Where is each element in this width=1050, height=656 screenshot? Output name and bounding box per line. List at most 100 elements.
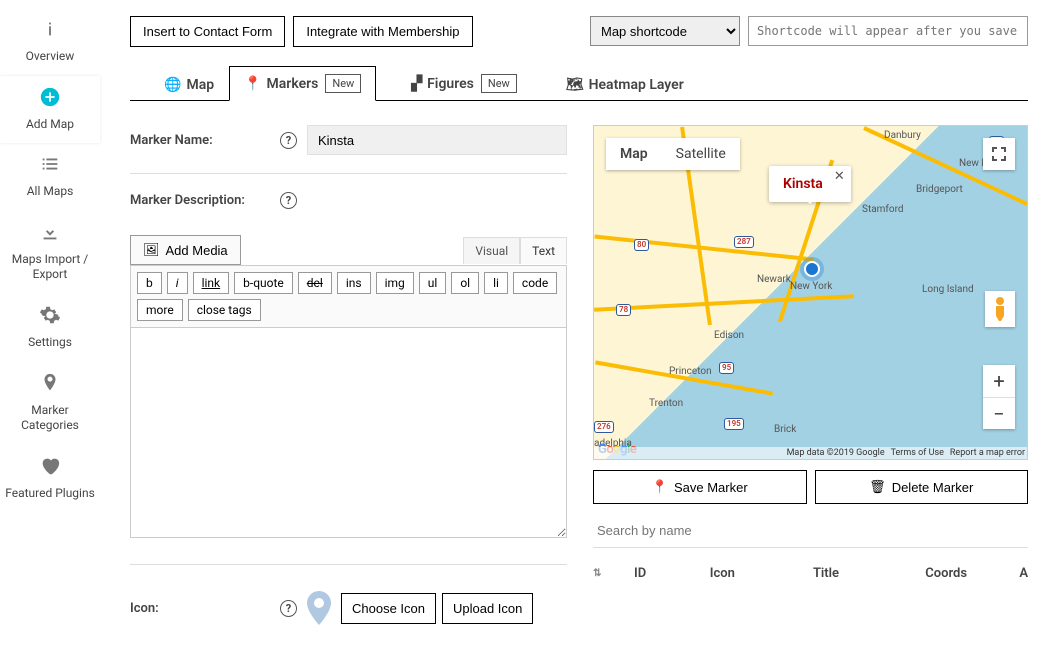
help-icon[interactable]: ? [280,600,297,617]
ed-btn-img[interactable]: img [376,272,414,294]
tab-markers[interactable]: 📍MarkersNew [229,66,376,101]
shortcode-output[interactable] [748,16,1028,46]
pin-icon: 📍 [652,479,668,495]
search-marker-input[interactable] [593,514,1028,548]
sidebar-item-label: Settings [2,335,98,351]
tab-heatmap[interactable]: 🗺Heatmap Layer [552,70,698,100]
sidebar-item-label: Featured Plugins [2,486,98,502]
new-badge: New [325,74,361,93]
map-type-toggle: Map Satellite [606,138,740,170]
help-icon[interactable]: ? [280,192,297,209]
ed-btn-li[interactable]: li [484,272,508,294]
sidebar: Overview Add Map All Maps Maps Import / … [0,0,100,656]
city-label: Princeton [669,366,712,377]
col-icon: Icon [710,566,783,581]
ed-btn-closetags[interactable]: close tags [188,299,261,321]
editor-tab-visual[interactable]: Visual [463,237,520,264]
col-id: ID [634,566,680,581]
col-coords: Coords [925,566,989,581]
zoom-control: + − [983,365,1015,429]
ed-btn-link[interactable]: link [193,272,230,294]
heart-icon [2,455,98,483]
city-label: Long Island [922,284,974,295]
main-tabs: 🌐Map 📍MarkersNew ▞FiguresNew 🗺Heatmap La… [130,65,1028,101]
choose-icon-button[interactable]: Choose Icon [341,593,436,624]
tab-figures[interactable]: ▞FiguresNew [397,67,531,100]
city-label: Bridgeport [916,184,963,195]
media-icon: 🖼 [143,242,160,258]
ed-btn-ins[interactable]: ins [337,272,371,294]
col-a: A [1019,566,1028,581]
map-attribution: Map data ©2019 Google Terms of Use Repor… [594,447,1027,459]
city-label: Danbury [884,130,921,141]
map-icon: 🗺 [566,77,584,93]
map-canvas[interactable]: Danbury New Haven Bridgeport Stamford Ne… [593,125,1028,460]
marker-desc-label: Marker Description: [130,193,270,208]
editor-toolbar: b i link b-quote del ins img ul ol li co… [130,265,567,328]
city-label: Newark [757,274,791,285]
city-label: Stamford [862,204,904,215]
marker-name-input[interactable] [307,125,567,155]
insert-contact-form-button[interactable]: Insert to Contact Form [130,16,285,47]
city-label: Edison [714,330,744,341]
top-toolbar: Insert to Contact Form Integrate with Me… [130,16,1028,47]
sidebar-item-settings[interactable]: Settings [0,294,100,362]
sidebar-item-label: Marker Categories [2,403,98,434]
sidebar-item-overview[interactable]: Overview [0,8,100,76]
sidebar-item-label: Maps Import / Export [2,252,98,283]
ed-btn-b[interactable]: b [137,272,162,294]
shortcode-select[interactable]: Map shortcode [590,16,740,46]
sidebar-item-label: Add Map [2,117,98,133]
tab-map[interactable]: 🌐Map [150,70,228,100]
shapes-icon: ▞ [411,76,422,92]
download-icon [2,221,98,249]
globe-icon: 🌐 [164,77,181,93]
pin-icon: 📍 [244,76,261,92]
pin-icon [2,372,98,400]
map-marker-pin[interactable] [804,261,820,277]
fullscreen-button[interactable] [983,138,1015,170]
upload-icon-button[interactable]: Upload Icon [442,593,533,624]
map-type-satellite[interactable]: Satellite [662,138,740,170]
gear-icon [2,304,98,332]
zoom-in-button[interactable]: + [983,365,1015,397]
help-icon[interactable]: ? [280,132,297,149]
infowindow-title: Kinsta [783,176,823,192]
sort-icon[interactable]: ⇅ [593,568,604,579]
sidebar-item-label: Overview [2,49,98,65]
sidebar-item-all-maps[interactable]: All Maps [0,143,100,211]
zoom-out-button[interactable]: − [983,397,1015,429]
marker-description-textarea[interactable] [130,328,567,538]
city-label: New York [790,281,832,292]
map-type-map[interactable]: Map [606,138,662,170]
new-badge: New [481,74,517,93]
pegman-icon[interactable] [985,291,1015,327]
ed-btn-ul[interactable]: ul [419,272,447,294]
save-marker-button[interactable]: 📍Save Marker [593,470,807,504]
markers-table-header: ⇅ ID Icon Title Coords A [593,566,1028,581]
sidebar-item-marker-categories[interactable]: Marker Categories [0,362,100,445]
ed-btn-more[interactable]: more [137,299,183,321]
city-label: Brick [774,424,796,435]
close-icon[interactable]: ✕ [834,169,845,184]
integrate-membership-button[interactable]: Integrate with Membership [293,16,472,47]
trash-icon: 🗑 [869,479,886,495]
sidebar-item-add-map[interactable]: Add Map [0,76,100,144]
list-icon [2,153,98,181]
ed-btn-ol[interactable]: ol [451,272,479,294]
map-infowindow: Kinsta ✕ [769,166,851,202]
sidebar-item-featured-plugins[interactable]: Featured Plugins [0,445,100,513]
col-title: Title [813,566,895,581]
marker-name-label: Marker Name: [130,133,270,148]
default-marker-icon [307,591,331,625]
info-icon [2,18,98,46]
add-media-button[interactable]: 🖼Add Media [130,235,241,265]
ed-btn-del[interactable]: del [298,272,332,294]
sidebar-item-import-export[interactable]: Maps Import / Export [0,211,100,294]
ed-btn-code[interactable]: code [513,272,557,294]
sidebar-item-label: All Maps [2,184,98,200]
delete-marker-button[interactable]: 🗑Delete Marker [815,470,1029,504]
ed-btn-i[interactable]: i [167,272,188,294]
editor-tab-text[interactable]: Text [520,237,567,264]
ed-btn-bquote[interactable]: b-quote [234,272,293,294]
